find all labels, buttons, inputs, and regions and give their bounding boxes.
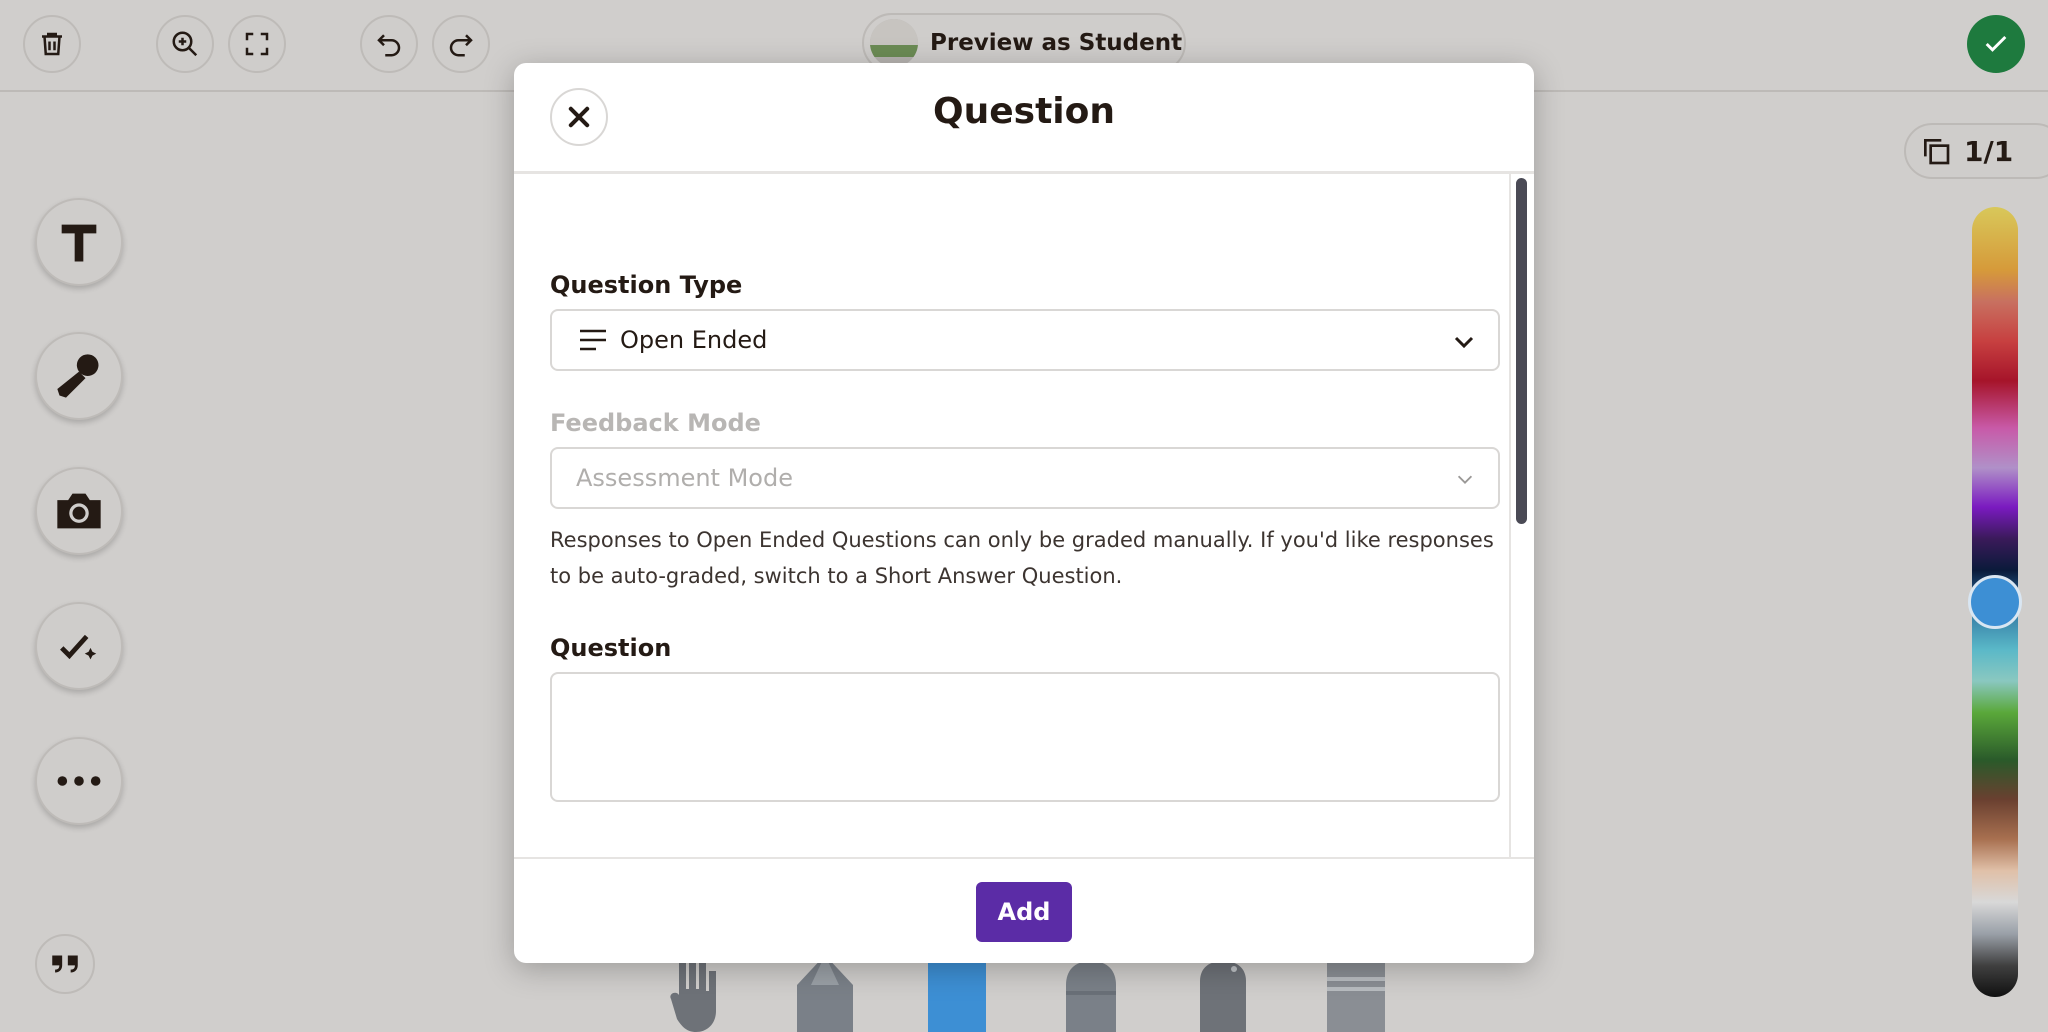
audio-tool-button[interactable] — [35, 332, 123, 420]
quote-button[interactable] — [35, 934, 95, 994]
add-button[interactable]: Add — [976, 882, 1072, 942]
modal-scrollbar-thumb[interactable] — [1516, 178, 1527, 524]
modal-header: Question — [514, 63, 1534, 174]
question-label: Question — [550, 634, 672, 662]
undo-button[interactable] — [360, 15, 418, 73]
page-counter[interactable]: 1/1 — [1904, 123, 2048, 179]
pen-icon[interactable] — [1194, 955, 1252, 1032]
modal-title: Question — [933, 91, 1115, 132]
marker-icon[interactable] — [928, 955, 986, 1032]
question-type-value: Open Ended — [620, 326, 768, 354]
microphone-icon — [57, 354, 99, 398]
question-type-label: Question Type — [550, 271, 743, 299]
modal-body: Question Type Open Ended Feedback Mode A… — [514, 174, 1510, 857]
preview-avatar — [870, 19, 918, 67]
redo-button[interactable] — [432, 15, 490, 73]
zoom-in-icon — [172, 31, 198, 57]
camera-icon — [57, 493, 101, 529]
undo-icon — [377, 34, 401, 57]
question-textarea[interactable] — [550, 672, 1500, 802]
more-tools-button[interactable] — [35, 737, 123, 825]
modal-footer: Add — [514, 857, 1534, 963]
camera-tool-button[interactable] — [35, 467, 123, 555]
trash-icon — [42, 32, 62, 56]
page-counter-label: 1/1 — [1964, 134, 2014, 168]
quote-icon — [52, 955, 78, 973]
text-icon — [61, 224, 97, 262]
delete-button[interactable] — [23, 15, 81, 73]
feedback-mode-select[interactable]: Assessment Mode — [550, 447, 1500, 509]
done-button[interactable] — [1967, 15, 2025, 73]
redo-icon — [449, 34, 473, 57]
auto-check-tool-button[interactable] — [35, 602, 123, 690]
auto-check-icon — [60, 634, 97, 660]
chevron-down-icon — [1457, 475, 1473, 484]
hand-icon[interactable] — [665, 955, 735, 1032]
chevron-down-icon — [1454, 336, 1474, 349]
highlighter-icon[interactable] — [1062, 955, 1120, 1032]
question-type-select[interactable]: Open Ended — [550, 309, 1500, 371]
eraser-icon[interactable] — [1327, 955, 1385, 1032]
fullscreen-button[interactable] — [228, 15, 286, 73]
preview-label: Preview as Student — [930, 30, 1183, 56]
pen-tray — [660, 955, 1400, 1032]
feedback-mode-label: Feedback Mode — [550, 409, 761, 437]
feedback-mode-value: Assessment Mode — [576, 464, 793, 492]
help-text: Responses to Open Ended Questions can on… — [550, 528, 1494, 588]
text-tool-button[interactable] — [35, 198, 123, 286]
more-icon — [57, 776, 101, 786]
color-picker-knob[interactable] — [1968, 575, 2022, 629]
zoom-in-button[interactable] — [156, 15, 214, 73]
question-modal: Question Question Type Open Ended Feedba… — [514, 63, 1534, 963]
fullscreen-icon — [245, 32, 269, 56]
lines-icon — [580, 329, 606, 351]
check-icon — [1985, 35, 2007, 52]
pencil-icon[interactable] — [795, 955, 855, 1032]
pages-icon — [1924, 139, 1950, 165]
